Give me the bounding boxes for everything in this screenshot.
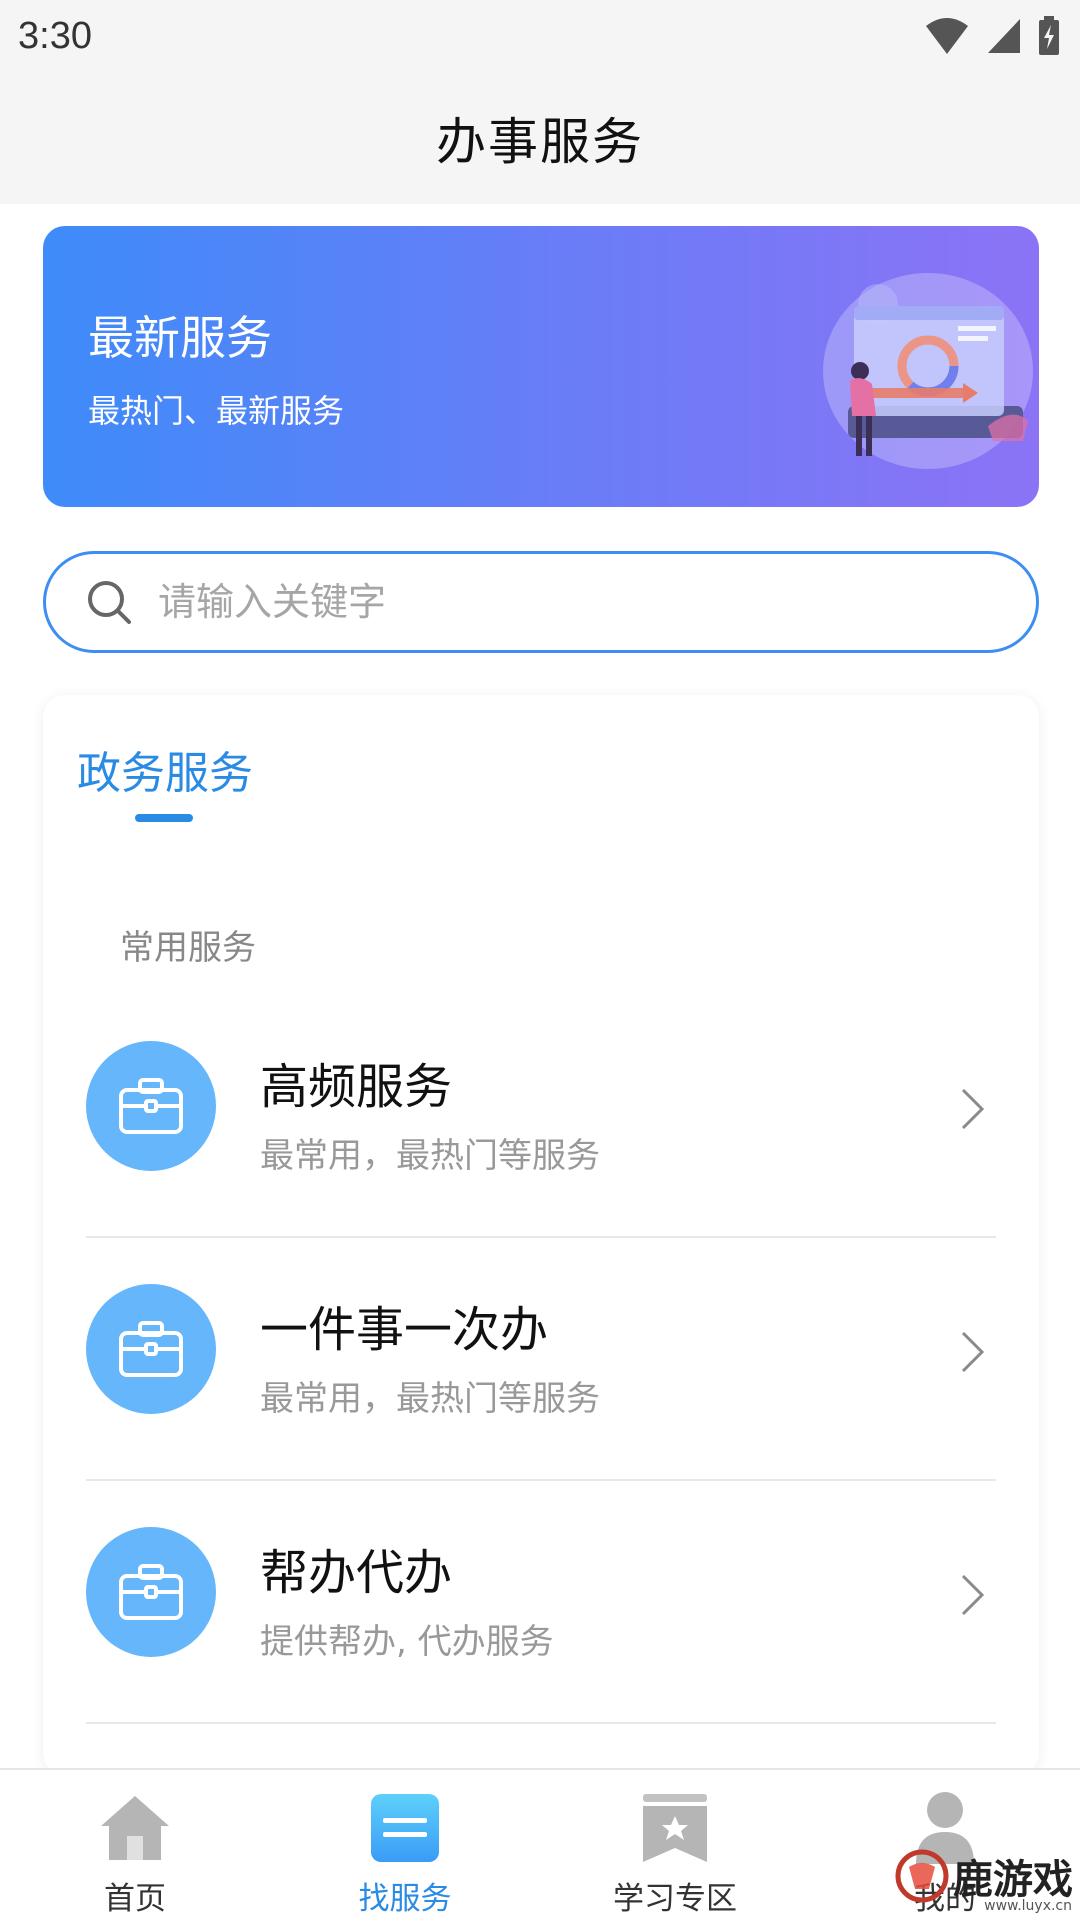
divider — [86, 1722, 996, 1724]
service-icon-circle — [86, 1527, 216, 1657]
status-icons — [924, 16, 1060, 56]
page-title: 办事服务 — [436, 113, 644, 171]
banner-subtitle: 最热门、最新服务 — [88, 392, 345, 430]
service-item-assisted-handling[interactable]: 帮办代办 提供帮办, 代办服务 — [86, 1481, 996, 1724]
chevron-right-icon — [961, 1331, 985, 1373]
nav-label: 首页 — [104, 1881, 166, 1917]
tab-government-services[interactable]: 政务服务 — [77, 737, 253, 801]
service-icon-circle — [86, 1041, 216, 1171]
service-description: 提供帮办, 代办服务 — [260, 1622, 554, 1662]
service-title: 高频服务 — [260, 1059, 453, 1115]
section-label: 常用服务 — [120, 928, 256, 968]
cellular-signal-icon — [988, 19, 1020, 53]
battery-icon — [1039, 16, 1059, 55]
chevron-right-icon — [961, 1574, 985, 1616]
service-title: 一件事一次办 — [260, 1302, 549, 1358]
tab-active-indicator — [135, 814, 193, 822]
search-input[interactable] — [158, 580, 938, 624]
banner-illustration — [823, 273, 1033, 469]
status-bar: 3:30 — [0, 0, 1080, 72]
services-card: 政务服务 常用服务 高频服务 最常用，最热门等服务 一件事一次办 最常用，最热门… — [43, 695, 1039, 1775]
watermark-text: 鹿游戏 — [953, 1856, 1073, 1903]
service-list-icon — [365, 1788, 445, 1867]
service-title: 帮办代办 — [260, 1545, 453, 1601]
briefcase-icon — [119, 1564, 183, 1620]
search-icon — [88, 581, 131, 624]
briefcase-icon — [119, 1321, 183, 1377]
service-item-one-thing-once[interactable]: 一件事一次办 最常用，最热门等服务 — [86, 1238, 996, 1481]
wifi-icon — [926, 18, 968, 54]
status-time: 3:30 — [18, 14, 92, 57]
nav-item-home[interactable]: 首页 — [25, 1788, 245, 1918]
study-icon — [635, 1788, 715, 1867]
home-icon — [95, 1788, 175, 1867]
chevron-right-icon — [961, 1088, 985, 1130]
service-icon-circle — [86, 1284, 216, 1414]
watermark: 鹿游戏 www.luyx.cn — [895, 1832, 1080, 1920]
service-item-high-frequency[interactable]: 高频服务 最常用，最热门等服务 — [86, 995, 996, 1238]
app-header: 办事服务 — [0, 72, 1080, 204]
nav-label: 学习专区 — [613, 1881, 737, 1917]
service-description: 最常用，最热门等服务 — [260, 1379, 600, 1419]
latest-services-banner[interactable]: 最新服务 最热门、最新服务 — [43, 226, 1039, 507]
nav-item-study-zone[interactable]: 学习专区 — [565, 1788, 785, 1918]
service-description: 最常用，最热门等服务 — [260, 1136, 600, 1176]
search-box[interactable] — [43, 551, 1039, 653]
nav-label: 找服务 — [358, 1881, 452, 1917]
nav-item-find-service[interactable]: 找服务 — [295, 1788, 515, 1918]
deer-logo-icon — [895, 1849, 949, 1903]
watermark-url: www.luyx.cn — [984, 1898, 1072, 1914]
briefcase-icon — [119, 1078, 183, 1134]
banner-title: 最新服务 — [88, 311, 272, 365]
